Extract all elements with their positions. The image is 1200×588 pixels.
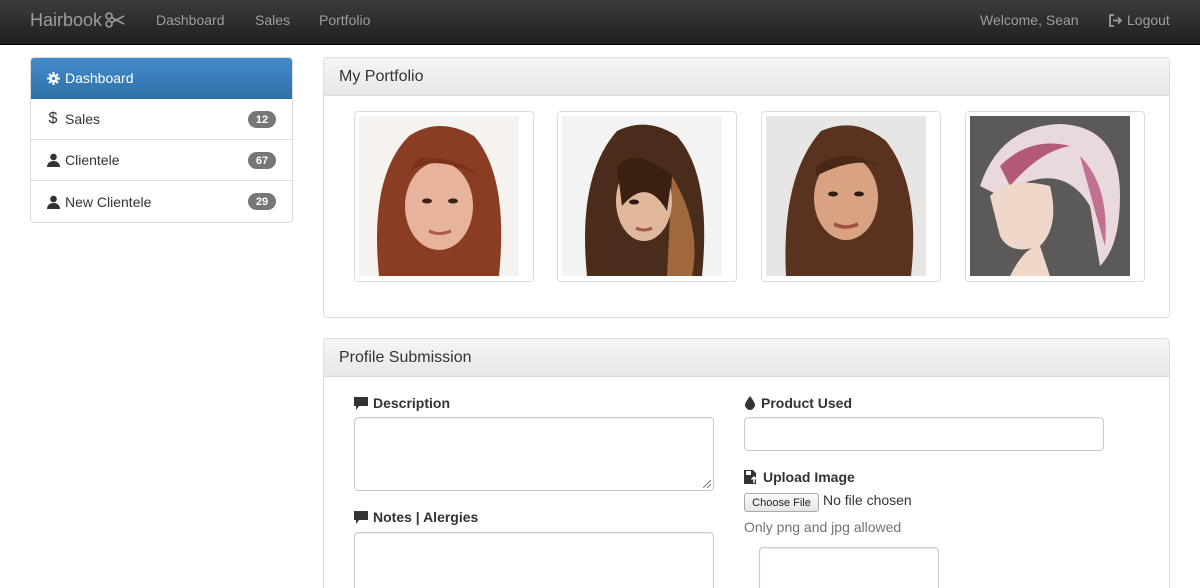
sidebar-item-clientele[interactable]: Clientele 67 [31, 140, 292, 181]
logout-icon [1109, 13, 1123, 27]
sidebar-item-new-clientele[interactable]: New Clientele 29 [31, 181, 292, 222]
file-status-text: No file chosen [823, 492, 912, 508]
sidebar-item-label: Dashboard [65, 70, 134, 86]
logout-label: Logout [1127, 12, 1170, 28]
portrait-photo-icon [766, 116, 926, 276]
gear-icon [46, 71, 60, 85]
comment-icon [354, 396, 368, 410]
notes-label: Notes | Alergies [354, 509, 478, 525]
portfolio-thumbnail[interactable] [965, 111, 1145, 282]
logout-link[interactable]: Logout [1108, 0, 1170, 40]
sidebar-item-label: New Clientele [65, 193, 152, 210]
resize-handle-icon [703, 480, 711, 488]
nav-link-sales[interactable]: Sales [255, 0, 290, 40]
scissors-icon [105, 12, 125, 28]
portrait-photo-icon [562, 116, 722, 276]
description-textarea[interactable] [354, 417, 714, 491]
top-navbar: Hairbook Dashboard Sales Portfolio Welco… [0, 0, 1200, 45]
nav-link-portfolio[interactable]: Portfolio [319, 0, 370, 40]
user-icon [46, 195, 60, 209]
description-label: Description [354, 395, 450, 411]
portfolio-thumbnail[interactable] [354, 111, 534, 282]
portrait-photo-icon [970, 116, 1130, 276]
product-used-label: Product Used [744, 395, 852, 411]
portfolio-panel: My Portfolio [323, 57, 1170, 318]
nav-link-dashboard[interactable]: Dashboard [156, 0, 225, 40]
comment-icon [354, 510, 368, 524]
portrait-photo-icon [359, 116, 519, 276]
portfolio-thumbnail[interactable] [761, 111, 941, 282]
droplet-icon [744, 396, 756, 410]
sidebar-item-dashboard[interactable]: Dashboard [31, 58, 292, 99]
sidebar-nav: Dashboard $ Sales 12 Clientele 67 New Cl… [30, 57, 293, 223]
user-icon [46, 153, 60, 167]
image-preview-box [759, 547, 939, 588]
upload-icon [744, 470, 758, 484]
product-used-input[interactable] [744, 417, 1104, 451]
portfolio-thumbnail[interactable] [557, 111, 737, 282]
count-badge: 67 [248, 152, 276, 169]
count-badge: 29 [248, 193, 276, 210]
choose-file-button[interactable]: Choose File [744, 493, 819, 512]
upload-image-label: Upload Image [744, 469, 855, 485]
sidebar-item-label: Sales [65, 111, 101, 127]
brand-logo[interactable]: Hairbook [30, 0, 125, 40]
panel-title: My Portfolio [324, 58, 1169, 96]
brand-name: Hairbook [30, 9, 103, 30]
notes-textarea[interactable] [354, 532, 714, 588]
welcome-text: Welcome, Sean [980, 12, 1079, 28]
dollar-icon: $ [48, 110, 58, 127]
panel-title: Profile Submission [324, 339, 1169, 377]
sidebar-item-sales[interactable]: $ Sales 12 [31, 99, 292, 140]
profile-submission-panel: Profile Submission Description Notes | A… [323, 338, 1170, 588]
upload-helper-text: Only png and jpg allowed [744, 519, 902, 535]
sidebar-item-label: Clientele [65, 152, 120, 168]
count-badge: 12 [248, 111, 276, 128]
